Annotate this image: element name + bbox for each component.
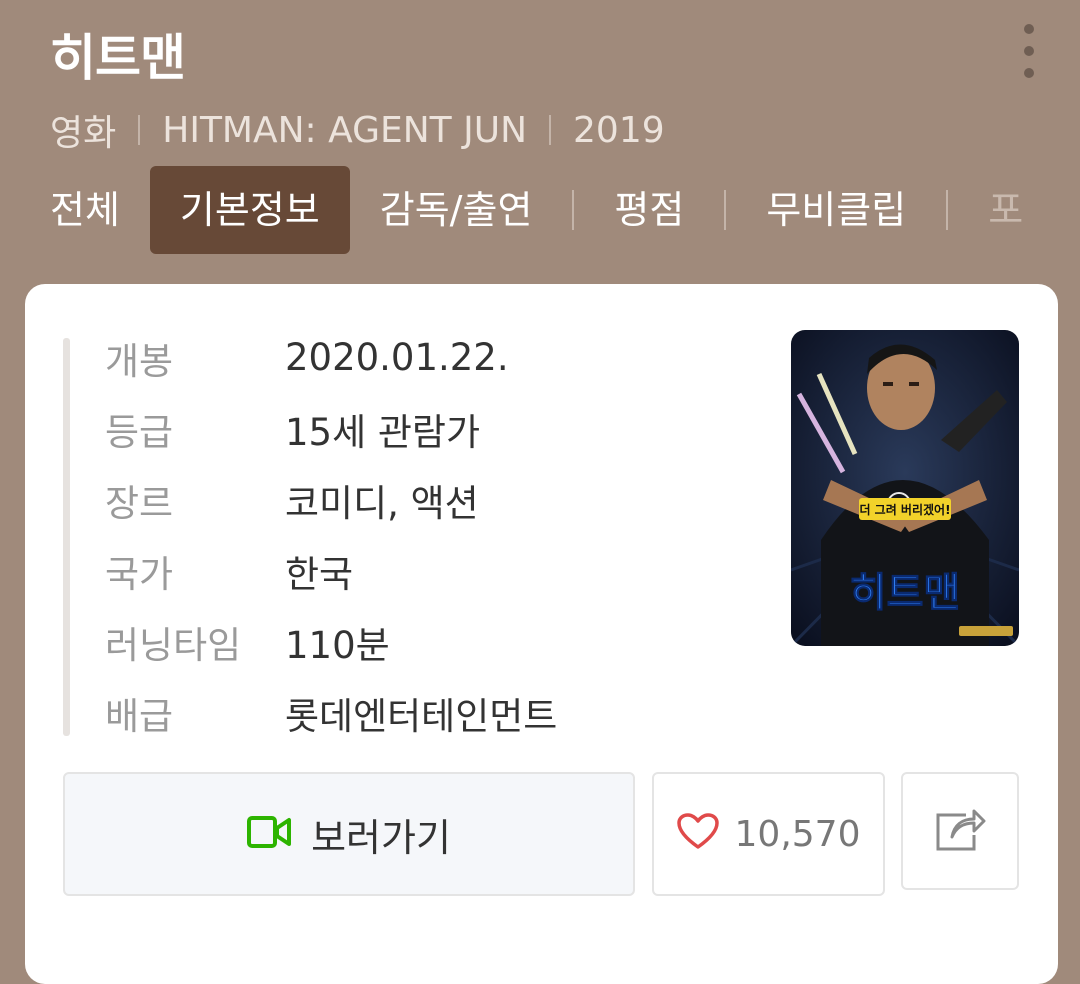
- divider: [724, 190, 727, 230]
- tab-director-cast[interactable]: 감독/출연: [360, 166, 553, 254]
- more-options-icon[interactable]: [1014, 24, 1044, 78]
- subinfo-line: 영화 HITMAN: AGENT JUN 2019: [50, 104, 665, 156]
- info-key: 등급: [105, 410, 174, 454]
- movie-poster[interactable]: 더 그려 버리겠어! 히트맨: [791, 330, 1019, 646]
- tab-all[interactable]: 전체: [30, 166, 140, 254]
- divider: [549, 115, 552, 145]
- info-value: 110분: [285, 623, 390, 667]
- info-row-country: 국가 한국: [105, 535, 557, 606]
- info-row-rating: 등급 15세 관람가: [105, 393, 557, 464]
- tab-bar: 전체 기본정보 감독/출연 평점 무비클립 포: [30, 166, 1043, 254]
- info-value: 코미디, 액션: [285, 481, 479, 525]
- info-key: 장르: [105, 481, 174, 525]
- info-row-release: 개봉 2020.01.22.: [105, 322, 557, 393]
- info-card: 개봉 2020.01.22. 등급 15세 관람가 장르 코미디, 액션 국가 …: [25, 284, 1058, 984]
- tab-movie-clip[interactable]: 무비클립: [746, 166, 926, 254]
- info-key: 배급: [105, 694, 174, 738]
- tab-photo[interactable]: 포: [968, 166, 1043, 254]
- video-camera-icon: [247, 814, 293, 854]
- divider: [138, 115, 141, 145]
- watch-button[interactable]: 보러가기: [63, 772, 635, 896]
- share-icon: [934, 805, 986, 857]
- info-row-distributor: 배급 롯데엔터테인먼트: [105, 677, 557, 748]
- poster-tagline: 더 그려 버리겠어!: [859, 502, 950, 517]
- divider: [572, 190, 575, 230]
- category-label: 영화: [50, 113, 117, 154]
- heart-icon: [676, 813, 719, 855]
- info-key: 국가: [105, 552, 174, 596]
- page-title: 히트맨: [50, 29, 186, 87]
- like-button[interactable]: 10,570: [652, 772, 885, 896]
- info-value: 2020.01.22.: [285, 336, 509, 379]
- tab-basic-info[interactable]: 기본정보: [149, 166, 350, 254]
- like-count: 10,570: [734, 813, 861, 855]
- info-value: 15세 관람가: [285, 410, 481, 454]
- release-year: 2019: [573, 109, 665, 151]
- share-button[interactable]: [901, 772, 1019, 890]
- info-row-genre: 장르 코미디, 액션: [105, 464, 557, 535]
- info-key: 러닝타임: [105, 623, 242, 667]
- watch-label: 보러가기: [311, 815, 451, 860]
- english-title: HITMAN: AGENT JUN: [162, 109, 528, 151]
- info-list: 개봉 2020.01.22. 등급 15세 관람가 장르 코미디, 액션 국가 …: [105, 322, 557, 748]
- tab-rating[interactable]: 평점: [594, 166, 704, 254]
- poster-title: 히트맨: [850, 570, 960, 616]
- info-accent-bar: [63, 338, 70, 736]
- info-key: 개봉: [105, 339, 174, 383]
- info-value: 한국: [285, 552, 354, 596]
- info-value: 롯데엔터테인먼트: [285, 694, 558, 738]
- info-row-runtime: 러닝타임 110분: [105, 606, 557, 677]
- divider: [946, 190, 949, 230]
